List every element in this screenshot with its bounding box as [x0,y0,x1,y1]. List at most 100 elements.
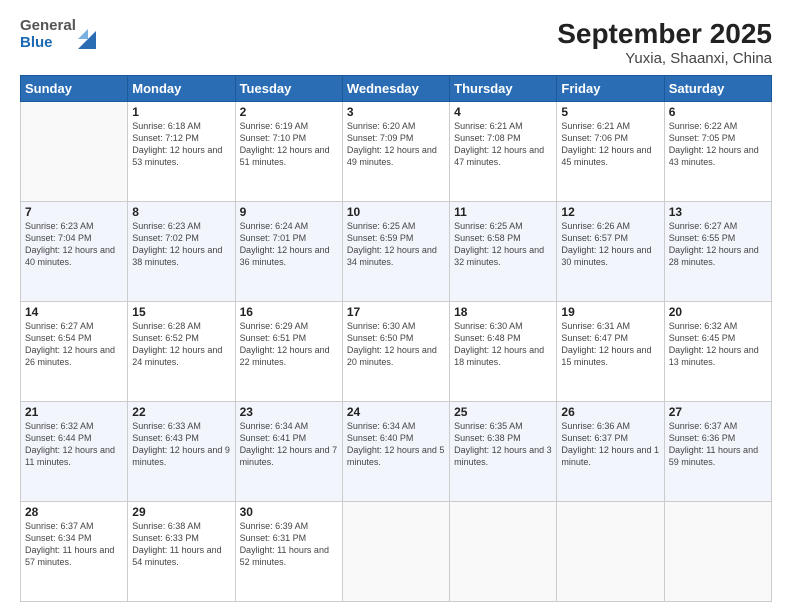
day-info: Sunrise: 6:27 AMSunset: 6:55 PMDaylight:… [669,220,767,269]
table-row: 18Sunrise: 6:30 AMSunset: 6:48 PMDayligh… [450,302,557,402]
calendar-week-row: 7Sunrise: 6:23 AMSunset: 7:04 PMDaylight… [21,202,772,302]
day-info: Sunrise: 6:37 AMSunset: 6:34 PMDaylight:… [25,520,123,569]
table-row: 20Sunrise: 6:32 AMSunset: 6:45 PMDayligh… [664,302,771,402]
day-info: Sunrise: 6:37 AMSunset: 6:36 PMDaylight:… [669,420,767,469]
table-row [557,502,664,602]
day-number: 2 [240,105,338,119]
header-saturday: Saturday [664,76,771,102]
table-row: 8Sunrise: 6:23 AMSunset: 7:02 PMDaylight… [128,202,235,302]
table-row: 2Sunrise: 6:19 AMSunset: 7:10 PMDaylight… [235,102,342,202]
day-number: 18 [454,305,552,319]
table-row: 4Sunrise: 6:21 AMSunset: 7:08 PMDaylight… [450,102,557,202]
day-info: Sunrise: 6:36 AMSunset: 6:37 PMDaylight:… [561,420,659,469]
day-info: Sunrise: 6:25 AMSunset: 6:58 PMDaylight:… [454,220,552,269]
day-info: Sunrise: 6:18 AMSunset: 7:12 PMDaylight:… [132,120,230,169]
day-info: Sunrise: 6:19 AMSunset: 7:10 PMDaylight:… [240,120,338,169]
day-number: 24 [347,405,445,419]
header-thursday: Thursday [450,76,557,102]
table-row: 3Sunrise: 6:20 AMSunset: 7:09 PMDaylight… [342,102,449,202]
day-number: 4 [454,105,552,119]
table-row: 10Sunrise: 6:25 AMSunset: 6:59 PMDayligh… [342,202,449,302]
day-number: 29 [132,505,230,519]
day-number: 1 [132,105,230,119]
day-info: Sunrise: 6:38 AMSunset: 6:33 PMDaylight:… [132,520,230,569]
header-wednesday: Wednesday [342,76,449,102]
day-info: Sunrise: 6:30 AMSunset: 6:50 PMDaylight:… [347,320,445,369]
header-sunday: Sunday [21,76,128,102]
day-info: Sunrise: 6:29 AMSunset: 6:51 PMDaylight:… [240,320,338,369]
day-info: Sunrise: 6:32 AMSunset: 6:45 PMDaylight:… [669,320,767,369]
table-row: 12Sunrise: 6:26 AMSunset: 6:57 PMDayligh… [557,202,664,302]
day-number: 15 [132,305,230,319]
day-info: Sunrise: 6:28 AMSunset: 6:52 PMDaylight:… [132,320,230,369]
day-number: 26 [561,405,659,419]
day-number: 22 [132,405,230,419]
table-row [21,102,128,202]
weekday-header-row: Sunday Monday Tuesday Wednesday Thursday… [21,76,772,102]
table-row: 25Sunrise: 6:35 AMSunset: 6:38 PMDayligh… [450,402,557,502]
table-row: 15Sunrise: 6:28 AMSunset: 6:52 PMDayligh… [128,302,235,402]
calendar-title: September 2025 [557,18,772,50]
day-number: 17 [347,305,445,319]
table-row: 24Sunrise: 6:34 AMSunset: 6:40 PMDayligh… [342,402,449,502]
logo-icon [78,21,96,49]
table-row: 13Sunrise: 6:27 AMSunset: 6:55 PMDayligh… [664,202,771,302]
day-info: Sunrise: 6:31 AMSunset: 6:47 PMDaylight:… [561,320,659,369]
day-number: 10 [347,205,445,219]
day-info: Sunrise: 6:35 AMSunset: 6:38 PMDaylight:… [454,420,552,469]
day-info: Sunrise: 6:30 AMSunset: 6:48 PMDaylight:… [454,320,552,369]
day-info: Sunrise: 6:21 AMSunset: 7:08 PMDaylight:… [454,120,552,169]
table-row: 27Sunrise: 6:37 AMSunset: 6:36 PMDayligh… [664,402,771,502]
table-row: 19Sunrise: 6:31 AMSunset: 6:47 PMDayligh… [557,302,664,402]
day-info: Sunrise: 6:22 AMSunset: 7:05 PMDaylight:… [669,120,767,169]
day-number: 5 [561,105,659,119]
calendar-week-row: 1Sunrise: 6:18 AMSunset: 7:12 PMDaylight… [21,102,772,202]
table-row [450,502,557,602]
day-number: 3 [347,105,445,119]
header: General Blue September 2025 Yuxia, Shaan… [20,18,772,67]
calendar-week-row: 14Sunrise: 6:27 AMSunset: 6:54 PMDayligh… [21,302,772,402]
table-row: 5Sunrise: 6:21 AMSunset: 7:06 PMDaylight… [557,102,664,202]
day-info: Sunrise: 6:32 AMSunset: 6:44 PMDaylight:… [25,420,123,469]
day-info: Sunrise: 6:33 AMSunset: 6:43 PMDaylight:… [132,420,230,469]
logo-text: General Blue [20,18,76,51]
day-number: 30 [240,505,338,519]
day-number: 9 [240,205,338,219]
table-row: 16Sunrise: 6:29 AMSunset: 6:51 PMDayligh… [235,302,342,402]
day-info: Sunrise: 6:39 AMSunset: 6:31 PMDaylight:… [240,520,338,569]
table-row [664,502,771,602]
header-monday: Monday [128,76,235,102]
table-row: 6Sunrise: 6:22 AMSunset: 7:05 PMDaylight… [664,102,771,202]
table-row: 21Sunrise: 6:32 AMSunset: 6:44 PMDayligh… [21,402,128,502]
day-number: 13 [669,205,767,219]
table-row [342,502,449,602]
table-row: 17Sunrise: 6:30 AMSunset: 6:50 PMDayligh… [342,302,449,402]
day-number: 8 [132,205,230,219]
day-number: 14 [25,305,123,319]
table-row: 29Sunrise: 6:38 AMSunset: 6:33 PMDayligh… [128,502,235,602]
day-info: Sunrise: 6:24 AMSunset: 7:01 PMDaylight:… [240,220,338,269]
day-info: Sunrise: 6:27 AMSunset: 6:54 PMDaylight:… [25,320,123,369]
header-tuesday: Tuesday [235,76,342,102]
day-info: Sunrise: 6:23 AMSunset: 7:02 PMDaylight:… [132,220,230,269]
logo: General Blue [20,18,96,51]
table-row: 11Sunrise: 6:25 AMSunset: 6:58 PMDayligh… [450,202,557,302]
day-number: 21 [25,405,123,419]
day-number: 20 [669,305,767,319]
calendar-table: Sunday Monday Tuesday Wednesday Thursday… [20,75,772,602]
day-info: Sunrise: 6:25 AMSunset: 6:59 PMDaylight:… [347,220,445,269]
table-row: 14Sunrise: 6:27 AMSunset: 6:54 PMDayligh… [21,302,128,402]
page: General Blue September 2025 Yuxia, Shaan… [0,0,792,612]
day-info: Sunrise: 6:20 AMSunset: 7:09 PMDaylight:… [347,120,445,169]
day-number: 28 [25,505,123,519]
table-row: 30Sunrise: 6:39 AMSunset: 6:31 PMDayligh… [235,502,342,602]
day-number: 6 [669,105,767,119]
day-number: 7 [25,205,123,219]
day-info: Sunrise: 6:26 AMSunset: 6:57 PMDaylight:… [561,220,659,269]
day-info: Sunrise: 6:21 AMSunset: 7:06 PMDaylight:… [561,120,659,169]
table-row: 28Sunrise: 6:37 AMSunset: 6:34 PMDayligh… [21,502,128,602]
table-row: 7Sunrise: 6:23 AMSunset: 7:04 PMDaylight… [21,202,128,302]
day-number: 27 [669,405,767,419]
table-row: 22Sunrise: 6:33 AMSunset: 6:43 PMDayligh… [128,402,235,502]
day-number: 16 [240,305,338,319]
